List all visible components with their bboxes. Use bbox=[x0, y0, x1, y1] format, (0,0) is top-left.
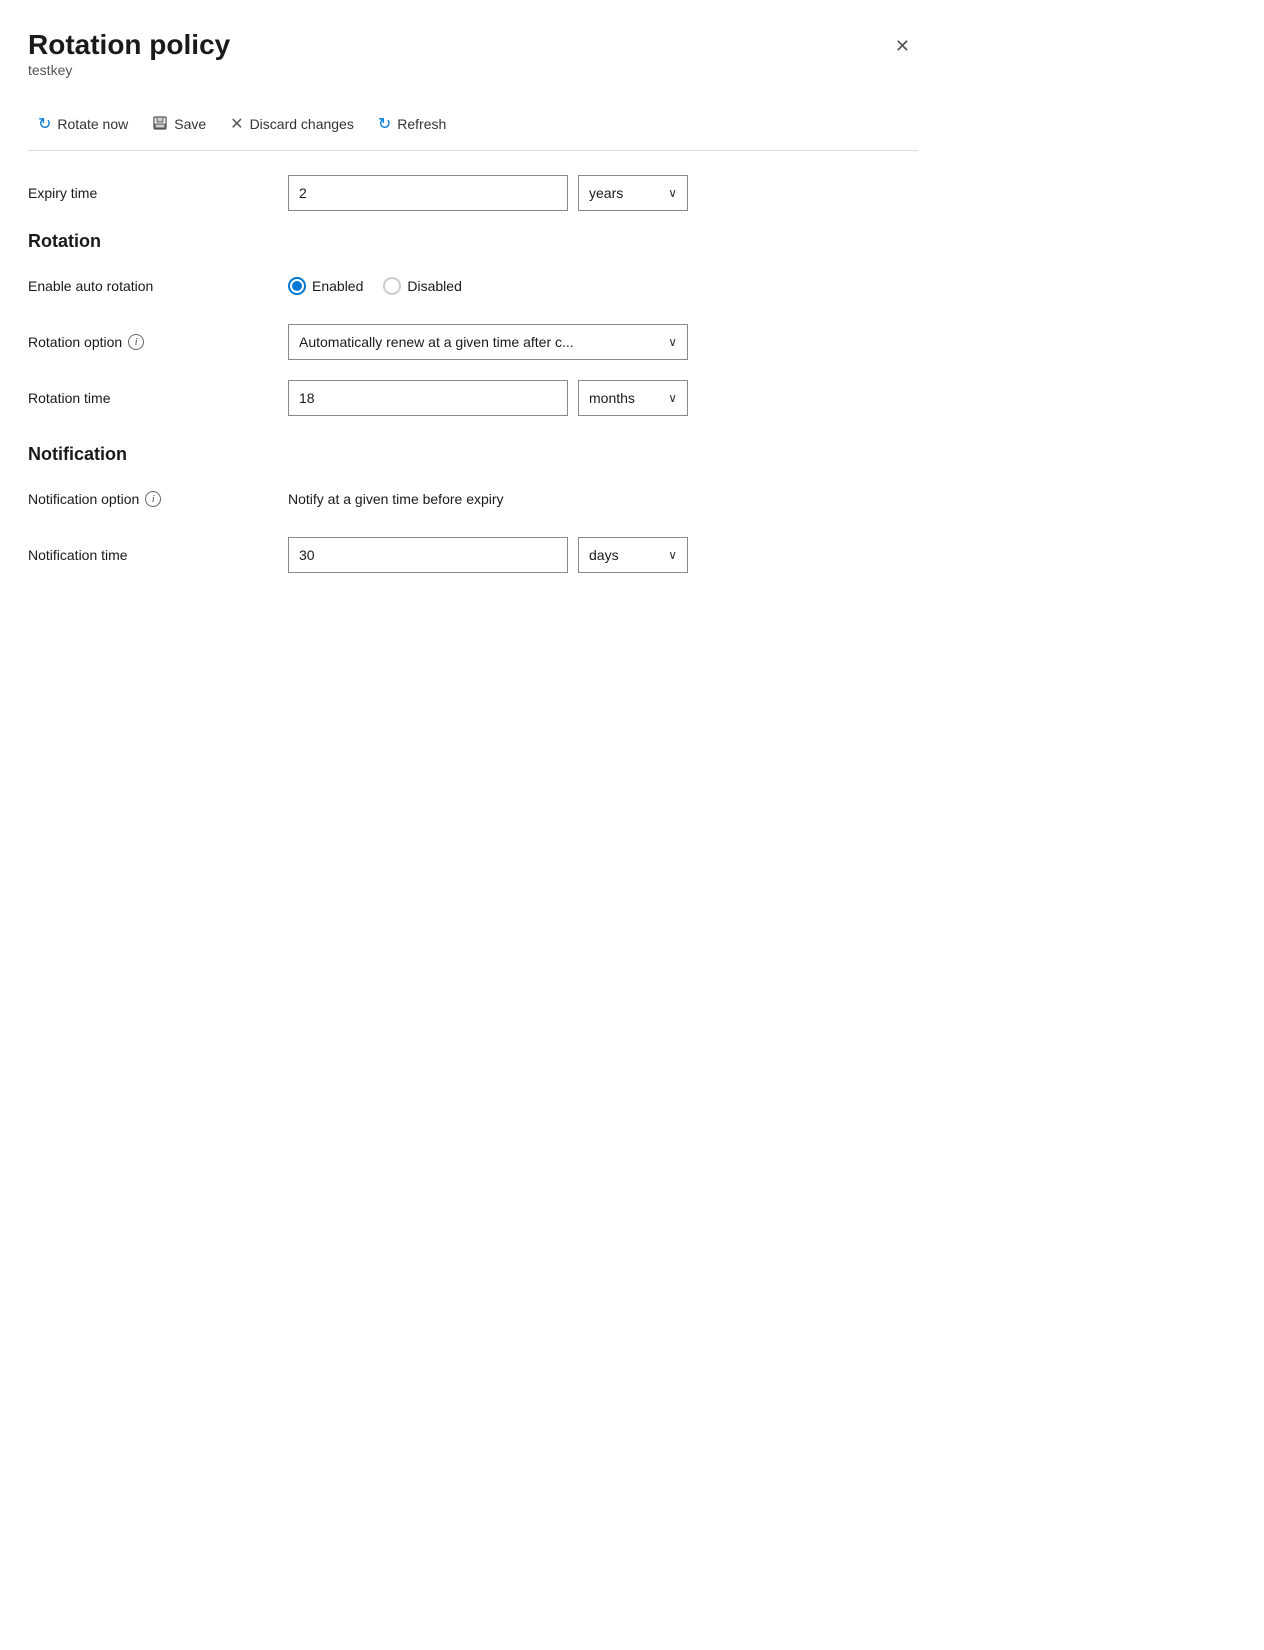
save-icon bbox=[152, 115, 168, 133]
toolbar: ↻ Rotate now Save ✕ Discard changes ↻ Re… bbox=[28, 98, 918, 151]
disabled-radio[interactable]: Disabled bbox=[383, 277, 461, 295]
discard-button[interactable]: ✕ Discard changes bbox=[220, 108, 364, 140]
rotation-time-unit-value: months bbox=[589, 390, 635, 406]
rotation-option-value: Automatically renew at a given time afte… bbox=[299, 334, 574, 350]
rotation-option-info-icon[interactable]: i bbox=[128, 334, 144, 350]
panel-subtitle: testkey bbox=[28, 62, 230, 78]
rotation-option-controls: Automatically renew at a given time afte… bbox=[288, 324, 918, 360]
notification-section-title: Notification bbox=[28, 444, 918, 465]
save-label: Save bbox=[174, 116, 206, 132]
notification-time-unit-chevron: ∨ bbox=[668, 548, 677, 562]
refresh-icon: ↻ bbox=[378, 114, 391, 134]
rotation-section-title: Rotation bbox=[28, 231, 918, 252]
auto-rotation-row: Enable auto rotation Enabled Disabled bbox=[28, 268, 918, 304]
save-button[interactable]: Save bbox=[142, 109, 216, 139]
auto-rotation-label: Enable auto rotation bbox=[28, 278, 288, 294]
close-icon: ✕ bbox=[895, 36, 910, 56]
rotation-section: Rotation Enable auto rotation Enabled Di… bbox=[28, 231, 918, 416]
rotation-time-controls: months ∨ bbox=[288, 380, 918, 416]
expiry-time-input[interactable] bbox=[288, 175, 568, 211]
expiry-unit-dropdown[interactable]: years ∨ bbox=[578, 175, 688, 211]
notification-option-info-icon[interactable]: i bbox=[145, 491, 161, 507]
rotation-time-label: Rotation time bbox=[28, 390, 288, 406]
refresh-button[interactable]: ↻ Refresh bbox=[368, 108, 456, 140]
panel-header: Rotation policy testkey ✕ bbox=[28, 28, 918, 94]
notification-option-row: Notification option i Notify at a given … bbox=[28, 481, 918, 517]
expiry-time-label: Expiry time bbox=[28, 185, 288, 201]
rotation-time-unit-dropdown[interactable]: months ∨ bbox=[578, 380, 688, 416]
refresh-label: Refresh bbox=[397, 116, 446, 132]
notification-option-value: Notify at a given time before expiry bbox=[288, 491, 504, 507]
rotation-option-row: Rotation option i Automatically renew at… bbox=[28, 324, 918, 360]
discard-label: Discard changes bbox=[250, 116, 354, 132]
panel-title-group: Rotation policy testkey bbox=[28, 28, 230, 94]
expiry-unit-chevron: ∨ bbox=[668, 186, 677, 200]
rotation-time-unit-chevron: ∨ bbox=[668, 391, 677, 405]
rotation-policy-panel: Rotation policy testkey ✕ ↻ Rotate now S… bbox=[0, 0, 950, 641]
expiry-unit-value: years bbox=[589, 185, 623, 201]
notification-time-unit-dropdown[interactable]: days ∨ bbox=[578, 537, 688, 573]
disabled-radio-circle bbox=[383, 277, 401, 295]
auto-rotation-controls: Enabled Disabled bbox=[288, 277, 918, 295]
notification-time-input[interactable] bbox=[288, 537, 568, 573]
panel-title: Rotation policy bbox=[28, 28, 230, 62]
rotate-icon: ↻ bbox=[38, 114, 51, 134]
discard-icon: ✕ bbox=[230, 114, 243, 134]
notification-time-unit-value: days bbox=[589, 547, 619, 563]
expiry-time-row: Expiry time years ∨ bbox=[28, 175, 918, 211]
rotation-option-dropdown[interactable]: Automatically renew at a given time afte… bbox=[288, 324, 688, 360]
notification-option-controls: Notify at a given time before expiry bbox=[288, 491, 918, 507]
close-button[interactable]: ✕ bbox=[887, 32, 918, 61]
expiry-controls: years ∨ bbox=[288, 175, 918, 211]
notification-section: Notification Notification option i Notif… bbox=[28, 444, 918, 573]
rotation-option-chevron: ∨ bbox=[668, 335, 677, 349]
notification-option-label: Notification option i bbox=[28, 491, 288, 507]
rotation-time-row: Rotation time months ∨ bbox=[28, 380, 918, 416]
rotation-time-input[interactable] bbox=[288, 380, 568, 416]
disabled-radio-label: Disabled bbox=[407, 278, 461, 294]
rotate-now-label: Rotate now bbox=[57, 116, 128, 132]
notification-time-label: Notification time bbox=[28, 547, 288, 563]
notification-time-controls: days ∨ bbox=[288, 537, 918, 573]
enabled-radio[interactable]: Enabled bbox=[288, 277, 363, 295]
rotation-option-label: Rotation option i bbox=[28, 334, 288, 350]
notification-time-row: Notification time days ∨ bbox=[28, 537, 918, 573]
enabled-radio-label: Enabled bbox=[312, 278, 363, 294]
enabled-radio-circle bbox=[288, 277, 306, 295]
rotate-now-button[interactable]: ↻ Rotate now bbox=[28, 108, 138, 140]
